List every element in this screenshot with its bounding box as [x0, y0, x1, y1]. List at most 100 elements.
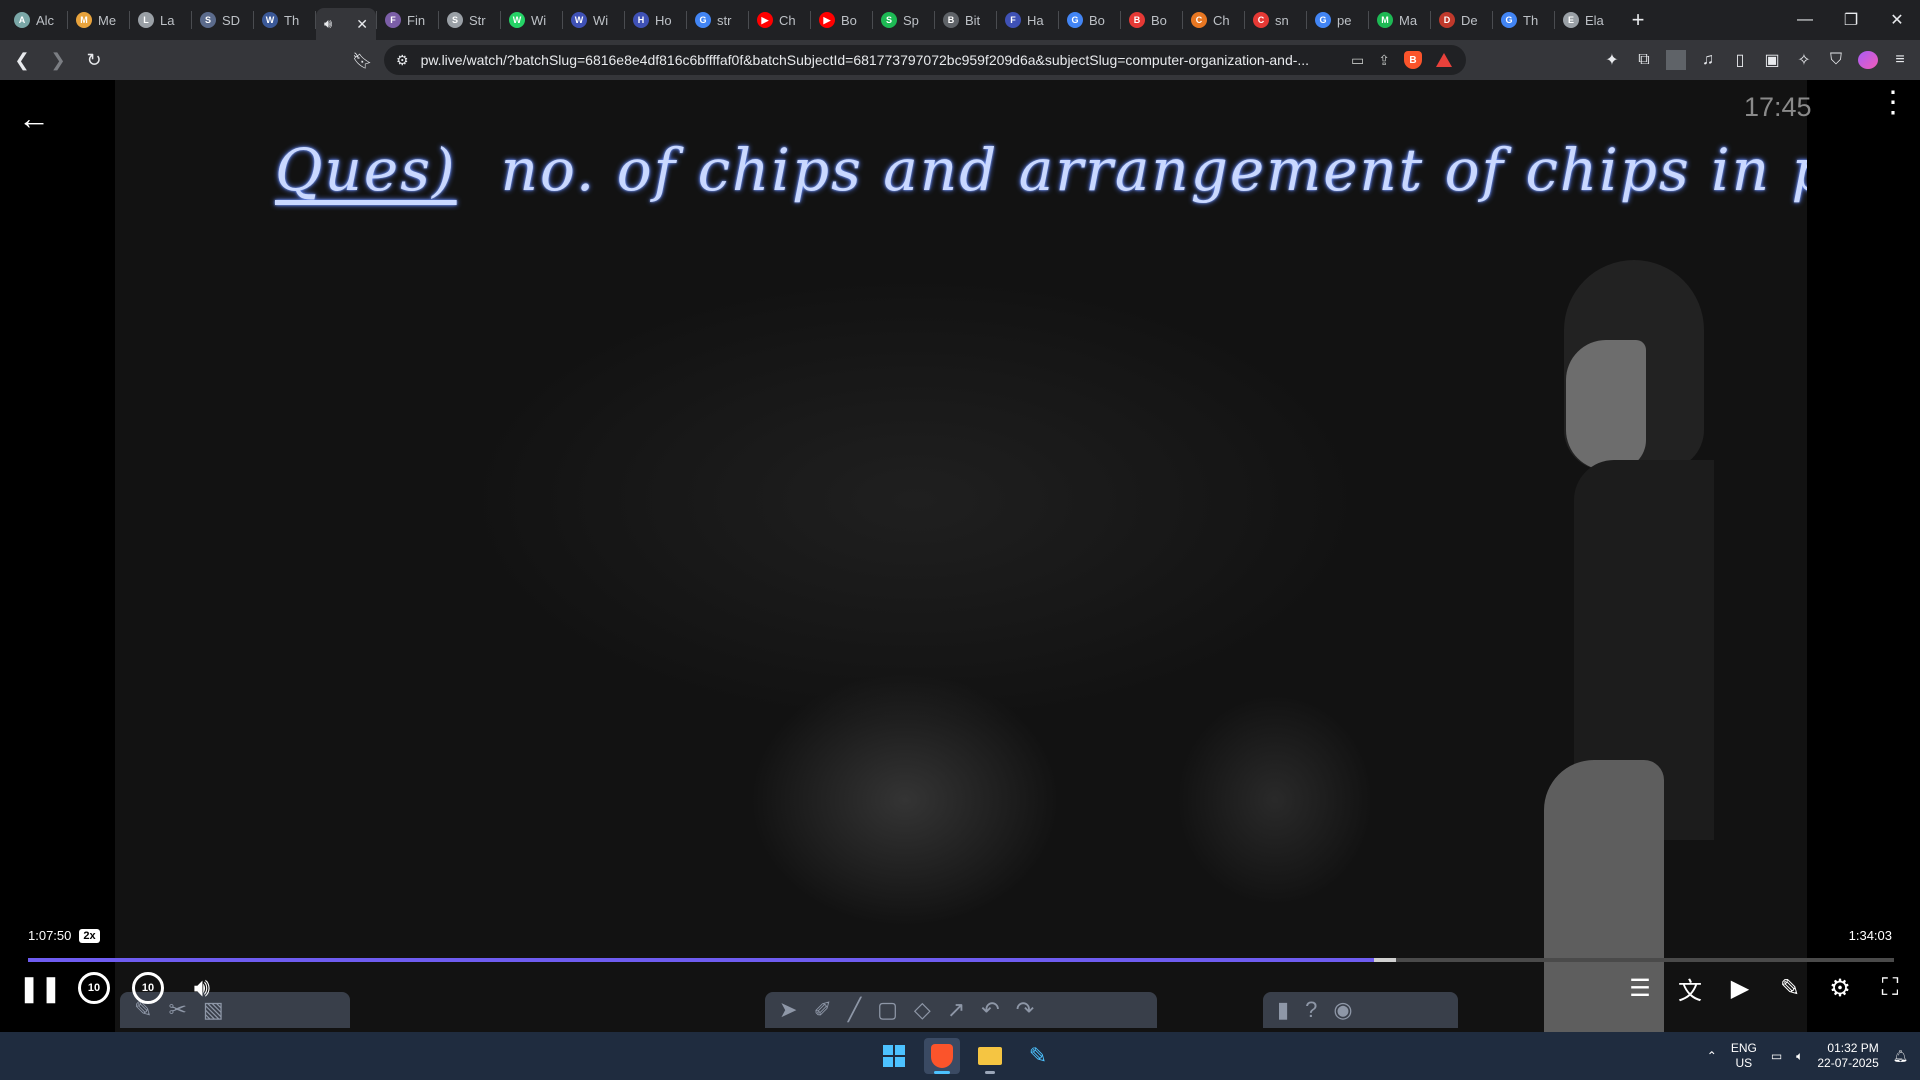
tab-title: Bo [1089, 12, 1105, 28]
language-indicator[interactable]: ENG US [1731, 1041, 1757, 1071]
browser-tab[interactable]: A Alc [6, 4, 67, 36]
notification-bell-icon[interactable]: 🔔︎ [1893, 1049, 1908, 1063]
tab-audio-icon[interactable]: 🔊︎ [324, 16, 332, 32]
address-bar[interactable]: ⚙︎ pw.live/watch/?batchSlug=6816e8e4df81… [384, 45, 1466, 75]
tab-title: La [160, 12, 175, 28]
browser-tab[interactable]: E Ela [1555, 4, 1616, 36]
share-icon[interactable]: ⇪ [1378, 52, 1390, 69]
restore-icon[interactable]: ❐ [1828, 0, 1874, 40]
tab-favicon-icon: E [1563, 12, 1579, 28]
picture-in-picture-icon[interactable]: ▶ [1724, 970, 1756, 1006]
browser-tab[interactable]: Csn [1245, 4, 1306, 36]
taskbar-file-explorer[interactable] [972, 1038, 1008, 1074]
menu-icon[interactable]: ≡ [1890, 51, 1910, 69]
browser-tab[interactable]: B Bit [935, 4, 996, 36]
browser-tab[interactable]: S Str [439, 4, 500, 36]
browser-tab[interactable]: M Ma [1369, 4, 1430, 36]
browser-tab[interactable]: G Bo [1059, 4, 1120, 36]
notes-icon[interactable]: ✎ [1774, 970, 1806, 1006]
browser-tab[interactable]: F Fin [377, 4, 438, 36]
windows-taskbar: ✎ ⌃ ENG US ▭ 🔈︎ 01:32 PM 22-07-2025 🔔︎ [0, 1032, 1920, 1080]
tab-favicon-icon: G [1067, 12, 1083, 28]
taskbar-brave[interactable] [924, 1038, 960, 1074]
tab-favicon-icon: S [447, 12, 463, 28]
forward-button[interactable]: ❯ [44, 46, 72, 74]
playback-speed-badge[interactable]: 2x [79, 928, 100, 943]
browser-tab[interactable]: G Th [1493, 4, 1554, 36]
browser-tab[interactable]: M Me [68, 4, 129, 36]
start-button[interactable] [876, 1038, 912, 1074]
tab-close-icon[interactable]: ✕ [356, 16, 368, 33]
site-info-icon[interactable]: ⚙︎ [396, 52, 409, 69]
language-code: ENG [1730, 1041, 1757, 1055]
tab-favicon-icon: F [1005, 12, 1021, 28]
brave-shield-icon[interactable]: B [1404, 51, 1422, 69]
speaker-icon[interactable]: 🔈︎ [1796, 1049, 1803, 1064]
video-whiteboard-toolbar-right: ▮ ? ◉ [1263, 992, 1458, 1028]
url-text[interactable]: pw.live/watch/?batchSlug=6816e8e4df816c6… [421, 52, 1351, 68]
leo-ai-icon[interactable]: ✧ [1794, 50, 1814, 70]
show-hidden-icons[interactable]: ⌃ [1707, 1049, 1717, 1063]
network-icon[interactable]: ▭ [1771, 1049, 1782, 1063]
tab-favicon-icon: D [1439, 12, 1455, 28]
new-tab-button[interactable]: + [1624, 7, 1652, 33]
browser-tab[interactable]: ▶ Ch [749, 4, 810, 36]
browser-tab[interactable]: S SD [192, 4, 253, 36]
volume-button[interactable]: 🔊︎ [186, 970, 218, 1006]
minimize-icon[interactable]: — [1782, 0, 1828, 40]
cast-icon[interactable]: ▭ [1351, 52, 1364, 69]
keyboard-region: US [1735, 1056, 1753, 1070]
tab-favicon-icon: F [385, 12, 401, 28]
toolbar-divider [1666, 50, 1686, 70]
bookmark-icon[interactable]: 🔖︎ [352, 51, 372, 71]
browser-tab[interactable]: C Ch [1183, 4, 1244, 36]
browser-tab[interactable]: 🔊︎ ✕ [316, 8, 376, 40]
tab-title: Alc [36, 12, 55, 28]
browser-tab[interactable]: L La [130, 4, 191, 36]
ghost-marker-icon: ✐ [813, 997, 832, 1022]
extensions-icon[interactable]: ✦ [1602, 50, 1622, 70]
browser-tab[interactable]: S Sp [873, 4, 934, 36]
browser-tab[interactable]: ▶ Bo [811, 4, 872, 36]
player-back-icon[interactable]: ← [18, 100, 50, 137]
tab-title: Fin [407, 12, 426, 28]
settings-gear-icon[interactable]: ⚙ [1824, 970, 1856, 1006]
fullscreen-icon[interactable]: ⛶ [1874, 970, 1906, 1006]
ghost-undo-icon: ↶ [981, 997, 1000, 1022]
screenshot-icon[interactable]: ⧉ [1634, 51, 1654, 69]
system-clock[interactable]: 01:32 PM 22-07-2025 [1817, 1041, 1878, 1071]
browser-tab[interactable]: H Ho [625, 4, 686, 36]
translate-icon[interactable]: 文 [1674, 970, 1706, 1006]
close-window-icon[interactable]: ✕ [1874, 0, 1920, 40]
seek-bar[interactable] [28, 958, 1894, 962]
sidebar-icon[interactable]: ▯ [1730, 50, 1750, 70]
pause-button[interactable]: ❚❚ [18, 970, 62, 1006]
tab-strip: A Alc M Me L La S SD W Th 🔊︎ ✕ F Fin S Str W Wi W Wi H Ho Gstr… [0, 0, 1920, 40]
tab-title: Bo [841, 12, 857, 28]
ghost-chart-icon: ▮ [1277, 997, 1290, 1022]
browser-tab[interactable]: Gpe [1307, 4, 1368, 36]
browser-tab[interactable]: Gstr [687, 4, 748, 36]
rewind-10-button[interactable]: 10 [78, 970, 110, 1006]
music-icon[interactable]: ♫ [1698, 51, 1718, 69]
brave-rewards-icon[interactable] [1436, 53, 1452, 67]
tab-title: pe [1337, 12, 1352, 28]
more-options-icon[interactable]: ⋮ [1878, 88, 1908, 118]
profile-avatar[interactable] [1858, 51, 1878, 69]
browser-tab[interactable]: W Wi [563, 4, 624, 36]
browser-tab[interactable]: D De [1431, 4, 1492, 36]
browser-tab[interactable]: W Wi [501, 4, 562, 36]
chat-icon[interactable]: ☰ [1624, 970, 1656, 1006]
forward-10-button[interactable]: 10 [132, 970, 164, 1006]
ghost-line-icon: ╱ [847, 997, 862, 1022]
wallet-icon[interactable]: ▣ [1762, 50, 1782, 70]
browser-tab[interactable]: W Th [254, 4, 315, 36]
browser-tab[interactable]: F Ha [997, 4, 1058, 36]
window-controls: — ❐ ✕ [1782, 0, 1920, 40]
vpn-shield-icon[interactable]: ⛉ [1826, 51, 1846, 69]
browser-tab[interactable]: B Bo [1121, 4, 1182, 36]
video-player[interactable]: Ques) no. of chips and arrangement of chi… [0, 80, 1920, 1032]
taskbar-pen-app[interactable]: ✎ [1020, 1038, 1056, 1074]
back-button[interactable]: ❮ [8, 46, 36, 74]
reload-button[interactable]: ↻ [80, 46, 108, 74]
